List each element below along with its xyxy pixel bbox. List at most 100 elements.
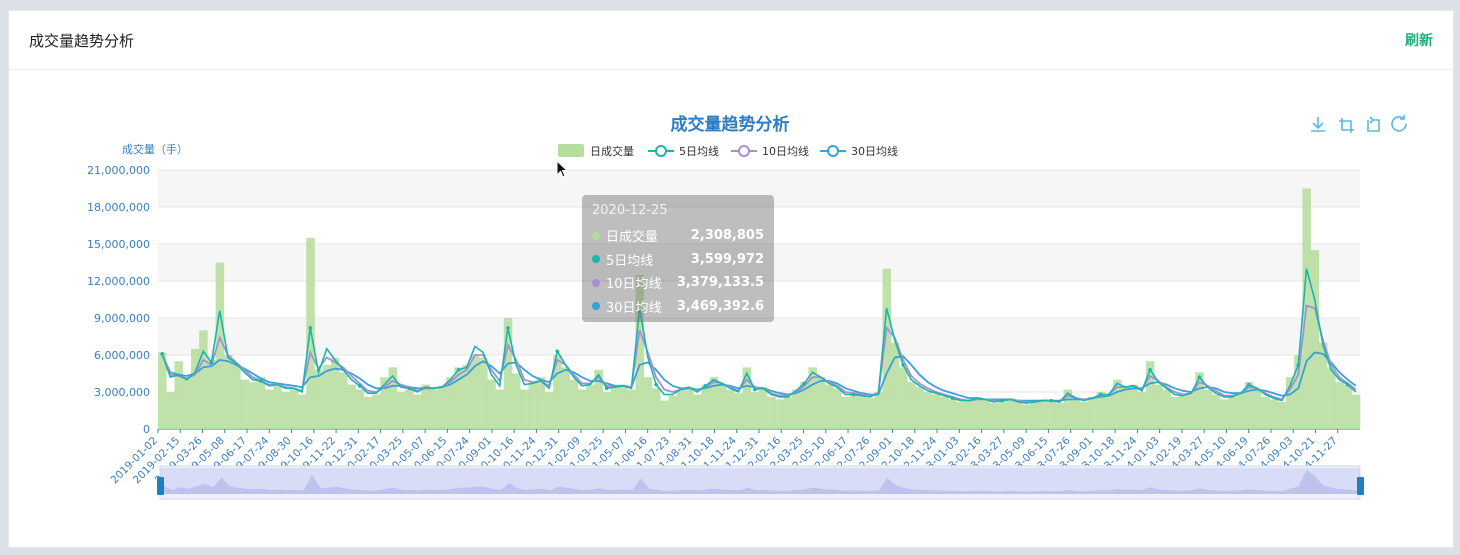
volume-bar bbox=[1343, 384, 1353, 429]
tooltip-value: 2,308,805 bbox=[690, 228, 764, 244]
volume-bar bbox=[240, 379, 249, 429]
volume-bar bbox=[1170, 396, 1180, 429]
volume-bar bbox=[923, 392, 933, 429]
series-point bbox=[753, 387, 757, 392]
y-tick-label: 21,000,000 bbox=[87, 164, 150, 177]
series-point bbox=[654, 382, 658, 387]
y-tick-label: 9,000,000 bbox=[94, 312, 150, 325]
volume-bar bbox=[684, 387, 694, 429]
tooltip-row: 30日均线 3,469,392.6 bbox=[592, 295, 764, 319]
y-tick-label: 12,000,000 bbox=[87, 275, 150, 288]
volume-bar bbox=[915, 387, 924, 429]
legend-label: 10日均线 bbox=[762, 144, 809, 158]
volume-bar bbox=[964, 400, 974, 429]
volume-bar bbox=[890, 342, 900, 429]
y-tick-label: 6,000,000 bbox=[94, 349, 150, 362]
volume-bar bbox=[841, 396, 850, 429]
volume-bar bbox=[726, 389, 735, 429]
volume-bar bbox=[931, 394, 941, 429]
volume-bar bbox=[355, 389, 365, 429]
volume-bar bbox=[306, 237, 315, 429]
tooltip-value: 3,599,972 bbox=[690, 251, 764, 267]
volume-bar bbox=[701, 384, 710, 429]
chart-title: 成交量趋势分析 bbox=[671, 114, 790, 134]
legend-item-ma5[interactable]: 5日均线 bbox=[648, 144, 719, 158]
volume-bar bbox=[1047, 400, 1056, 429]
volume-bar bbox=[577, 389, 587, 429]
tooltip-name: 10日均线 bbox=[606, 277, 662, 293]
volume-bar bbox=[1121, 387, 1130, 429]
series-point bbox=[703, 384, 708, 388]
volume-bar bbox=[874, 392, 883, 429]
volume-bar bbox=[512, 373, 521, 429]
volume-bar bbox=[1154, 384, 1163, 429]
volume-bar bbox=[1038, 399, 1048, 429]
series-point bbox=[802, 381, 807, 386]
volume-bar bbox=[651, 388, 661, 429]
volume-bar bbox=[1310, 250, 1320, 429]
series-point bbox=[160, 351, 164, 356]
data-zoom-slider[interactable] bbox=[157, 465, 1364, 500]
legend-item-ma30[interactable]: 30日均线 bbox=[820, 144, 898, 158]
legend-label: 5日均线 bbox=[679, 144, 719, 158]
restore-icon[interactable] bbox=[1391, 115, 1407, 132]
volume-bar bbox=[791, 389, 801, 429]
download-icon[interactable] bbox=[1311, 117, 1325, 132]
zoom-select-icon[interactable] bbox=[1339, 118, 1354, 133]
zoom-reset-icon[interactable] bbox=[1367, 116, 1380, 132]
volume-bar bbox=[907, 382, 916, 429]
volume-bar bbox=[1220, 399, 1229, 429]
volume-bar bbox=[536, 377, 546, 429]
volume-bar bbox=[750, 392, 760, 429]
volume-bar bbox=[190, 348, 200, 429]
volume-bar bbox=[322, 364, 332, 429]
y-axis-label: 成交量（手） bbox=[122, 142, 188, 156]
volume-bar bbox=[1203, 389, 1213, 429]
volume-bar bbox=[528, 382, 538, 429]
volume-bar bbox=[824, 384, 834, 429]
volume-bar bbox=[717, 384, 727, 429]
volume-bar bbox=[602, 392, 612, 429]
series-point bbox=[851, 392, 856, 397]
legend-item-volume[interactable]: 日成交量 bbox=[558, 144, 634, 158]
mouse-cursor-icon bbox=[556, 160, 569, 178]
volume-bar bbox=[1351, 394, 1361, 429]
toolbox bbox=[1311, 115, 1407, 133]
volume-bar bbox=[1236, 392, 1246, 429]
legend-item-ma10[interactable]: 10日均线 bbox=[731, 144, 809, 158]
series-point bbox=[604, 386, 609, 391]
volume-bar bbox=[166, 392, 175, 429]
band-3 bbox=[158, 318, 1360, 355]
volume-bar bbox=[396, 392, 406, 429]
volume-bar bbox=[1252, 389, 1262, 429]
series-point bbox=[950, 396, 955, 400]
tooltip-value: 3,379,133.5 bbox=[676, 275, 764, 291]
volume-bar bbox=[520, 389, 529, 429]
series-point bbox=[209, 360, 214, 365]
slider-handle-right[interactable] bbox=[1357, 477, 1364, 495]
volume-bar bbox=[981, 399, 990, 429]
volume-bar bbox=[1014, 401, 1023, 429]
y-tick-label: 0 bbox=[143, 423, 150, 436]
volume-bar bbox=[1211, 394, 1221, 429]
volume-bar bbox=[297, 394, 307, 429]
volume-bar bbox=[347, 384, 356, 429]
volume-bar bbox=[1327, 367, 1336, 429]
slider-handle-left[interactable] bbox=[157, 477, 164, 495]
tooltip-row: 5日均线 3,599,972 bbox=[592, 248, 764, 272]
volume-bar bbox=[676, 389, 686, 429]
volume-bar bbox=[314, 369, 323, 429]
volume-bar bbox=[1071, 399, 1081, 429]
legend-label: 30日均线 bbox=[851, 144, 898, 158]
volume-bar bbox=[265, 389, 274, 429]
volume-bar bbox=[363, 396, 373, 429]
volume-bar bbox=[1005, 398, 1015, 429]
series-point bbox=[1345, 382, 1350, 387]
volume-bar bbox=[783, 396, 793, 429]
volume-bar bbox=[182, 377, 192, 429]
volume-bar bbox=[586, 384, 595, 429]
volume-bar bbox=[289, 389, 299, 429]
volume-bar bbox=[223, 355, 233, 429]
volume-bar bbox=[849, 394, 859, 429]
volume-bar bbox=[273, 385, 282, 429]
